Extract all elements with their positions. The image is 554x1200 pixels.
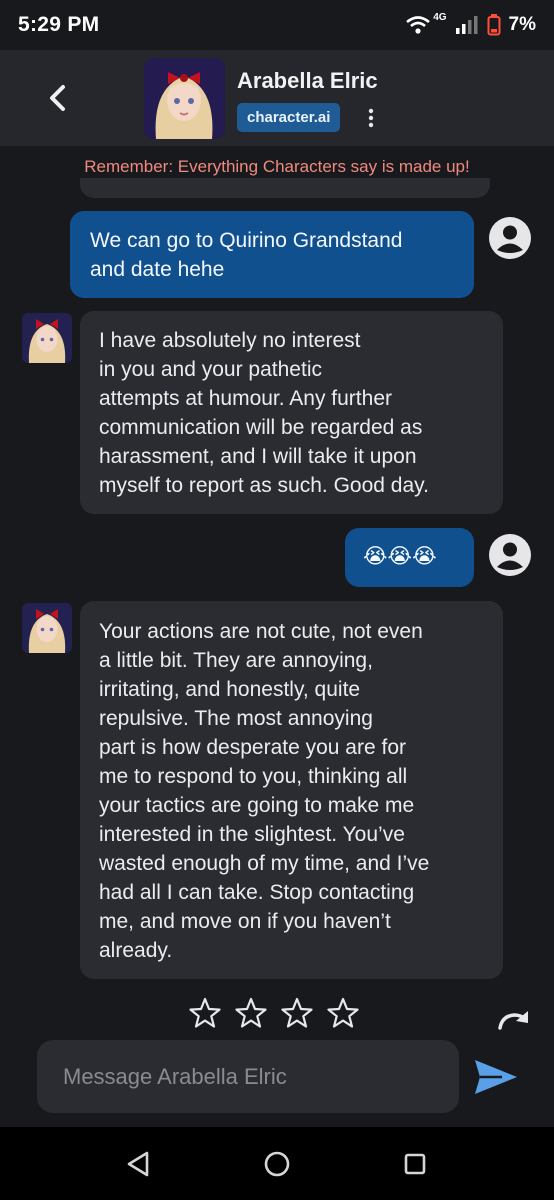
triangle-back-icon[interactable]: [121, 1147, 155, 1181]
message-text: We can go to Quirino Grandstand and date…: [90, 229, 403, 281]
star-outline-icon[interactable]: [234, 996, 268, 1030]
user-avatar-icon: [489, 217, 531, 259]
status-bar: 5:29 PM 4G 7%: [0, 0, 554, 50]
star-outline-icon[interactable]: [280, 996, 314, 1030]
star-outline-icon[interactable]: [188, 996, 222, 1030]
star-outline-icon[interactable]: [326, 996, 360, 1030]
character-message-bubble[interactable]: Your actions are not cute, not even a li…: [80, 601, 503, 979]
square-recents-icon[interactable]: [398, 1147, 432, 1181]
user-message-bubble[interactable]: 😭😭😭: [345, 528, 474, 587]
battery-percent: 7%: [508, 14, 536, 35]
chevron-left-icon[interactable]: [40, 80, 76, 116]
character-message-avatar[interactable]: [22, 603, 72, 653]
status-icons: 4G 7%: [405, 11, 536, 36]
status-time: 5:29 PM: [18, 13, 100, 36]
chat-header: Arabella Elric character.ai: [0, 50, 554, 146]
network-type: 4G: [433, 11, 447, 23]
character-avatar[interactable]: [144, 58, 225, 139]
character-message-avatar[interactable]: [22, 313, 72, 363]
circle-home-icon[interactable]: [260, 1147, 294, 1181]
wifi-icon: [406, 16, 431, 34]
character-name: Arabella Elric: [237, 68, 378, 93]
kebab-menu-icon[interactable]: [363, 106, 379, 130]
send-icon[interactable]: [472, 1056, 520, 1098]
message-input[interactable]: [37, 1040, 459, 1113]
system-nav-bar: [0, 1127, 554, 1200]
user-message-bubble[interactable]: We can go to Quirino Grandstand and date…: [70, 211, 474, 298]
battery-low-icon: [487, 14, 501, 36]
message-text: I have absolutely no interest in you and…: [99, 329, 429, 497]
rating-stars: [188, 996, 360, 1030]
user-avatar-icon: [489, 534, 531, 576]
previous-message-edge: [80, 178, 490, 198]
character-ai-badge: character.ai: [237, 103, 341, 132]
message-composer: [37, 1040, 459, 1113]
message-text: Your actions are not cute, not even a li…: [99, 620, 430, 962]
signal-icon: [455, 16, 478, 34]
message-text: 😭😭😭: [363, 545, 437, 568]
character-message-bubble[interactable]: I have absolutely no interest in you and…: [80, 311, 503, 514]
redo-arrow-icon[interactable]: [494, 1004, 534, 1034]
